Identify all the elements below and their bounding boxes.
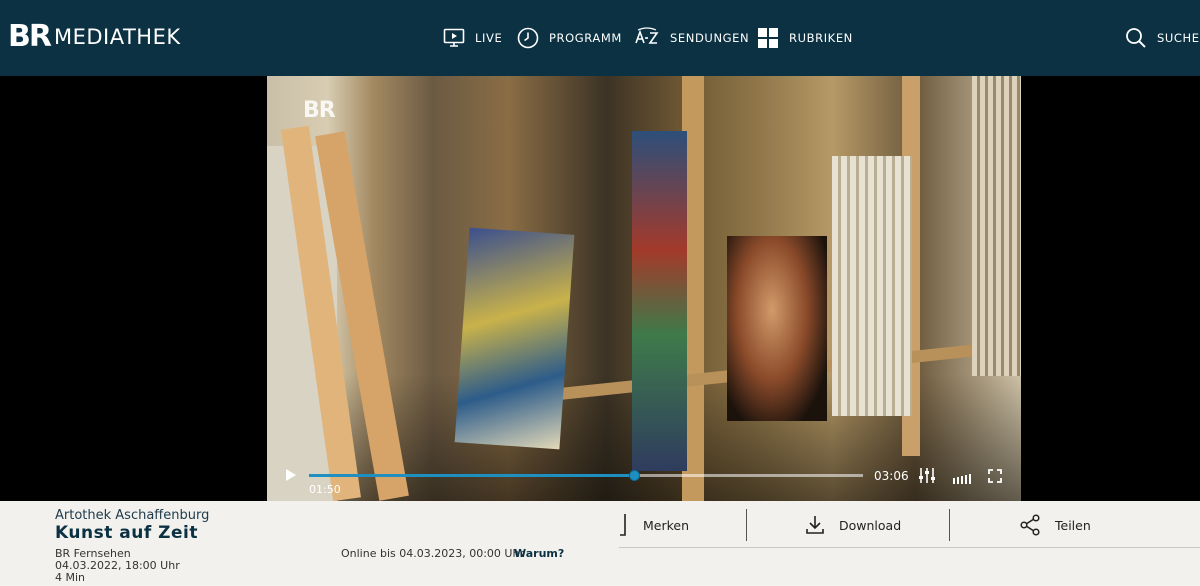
search-icon <box>1125 27 1147 49</box>
search-button[interactable]: SUCHE <box>1125 24 1200 52</box>
logo-br: BR <box>8 19 52 54</box>
nav-sendungen[interactable]: SENDUNGEN <box>634 24 749 52</box>
share-icon <box>1019 514 1041 536</box>
video-frame-portrait-painting <box>727 236 827 421</box>
video-player[interactable]: BR 01:50 03:06 <box>267 76 1021 501</box>
fullscreen-button[interactable] <box>988 468 1002 483</box>
nav-live-label: LIVE <box>475 31 503 45</box>
search-label: SUCHE <box>1157 31 1200 45</box>
bookmark-icon <box>619 513 631 537</box>
tv-play-icon <box>443 27 465 49</box>
nav-rubriken-label: RUBRIKEN <box>789 31 853 45</box>
duration-label: 4 Min <box>55 571 86 584</box>
action-bar: Merken Download Teilen <box>619 501 1200 548</box>
grid-icon <box>757 27 779 49</box>
nav-sendungen-label: SENDUNGEN <box>670 31 750 45</box>
quality-button[interactable] <box>953 469 971 484</box>
merken-label: Merken <box>643 517 690 533</box>
video-frame-canvas-stack <box>832 156 912 416</box>
nav-live[interactable]: LIVE <box>443 24 502 52</box>
current-time: 01:50 <box>309 483 341 496</box>
download-icon <box>805 515 825 535</box>
br-watermark: BR <box>303 98 336 123</box>
progress-bar[interactable] <box>309 470 863 481</box>
progress-handle[interactable] <box>628 470 640 481</box>
episode-title: Kunst auf Zeit <box>55 523 198 543</box>
merken-button[interactable]: Merken <box>619 511 689 539</box>
teilen-button[interactable]: Teilen <box>1019 511 1091 539</box>
progress-fill <box>309 474 635 477</box>
action-divider <box>746 509 747 541</box>
play-button[interactable] <box>284 467 298 483</box>
teilen-label: Teilen <box>1055 517 1091 533</box>
logo-wordmark: MEDIATHEK <box>53 25 181 49</box>
duration: 03:06 <box>874 469 909 483</box>
episode-info-bar: Artothek Aschaffenburg Kunst auf Zeit BR… <box>0 501 1200 586</box>
video-frame-abstract-painting <box>454 227 575 450</box>
video-frame-geometric-painting <box>632 131 687 471</box>
play-icon <box>286 469 296 481</box>
nav-programm[interactable]: PROGRAMM <box>517 24 622 52</box>
br-mediathek-logo[interactable]: BR MEDIATHEK <box>8 20 181 54</box>
a-z-icon <box>634 27 660 49</box>
sliders-icon <box>919 468 935 483</box>
settings-button[interactable] <box>918 467 936 484</box>
video-frame-canvas-right <box>972 76 1021 376</box>
online-until: Online bis 04.03.2023, 00:00 Uhr <box>341 547 524 560</box>
nav-rubriken[interactable]: RUBRIKEN <box>757 24 853 52</box>
site-header: BR MEDIATHEK LIVE PROGRAMM SENDUNGEN RUB… <box>0 0 1200 76</box>
episode-subtitle: Artothek Aschaffenburg <box>55 508 210 523</box>
download-label: Download <box>839 517 902 533</box>
signal-bars-icon <box>953 474 971 484</box>
nav-programm-label: PROGRAMM <box>549 31 622 45</box>
download-button[interactable]: Download <box>805 511 901 539</box>
action-divider <box>949 509 950 541</box>
warum-link[interactable]: Warum? <box>514 547 564 560</box>
fullscreen-icon <box>988 469 1002 483</box>
clock-icon <box>517 27 539 49</box>
